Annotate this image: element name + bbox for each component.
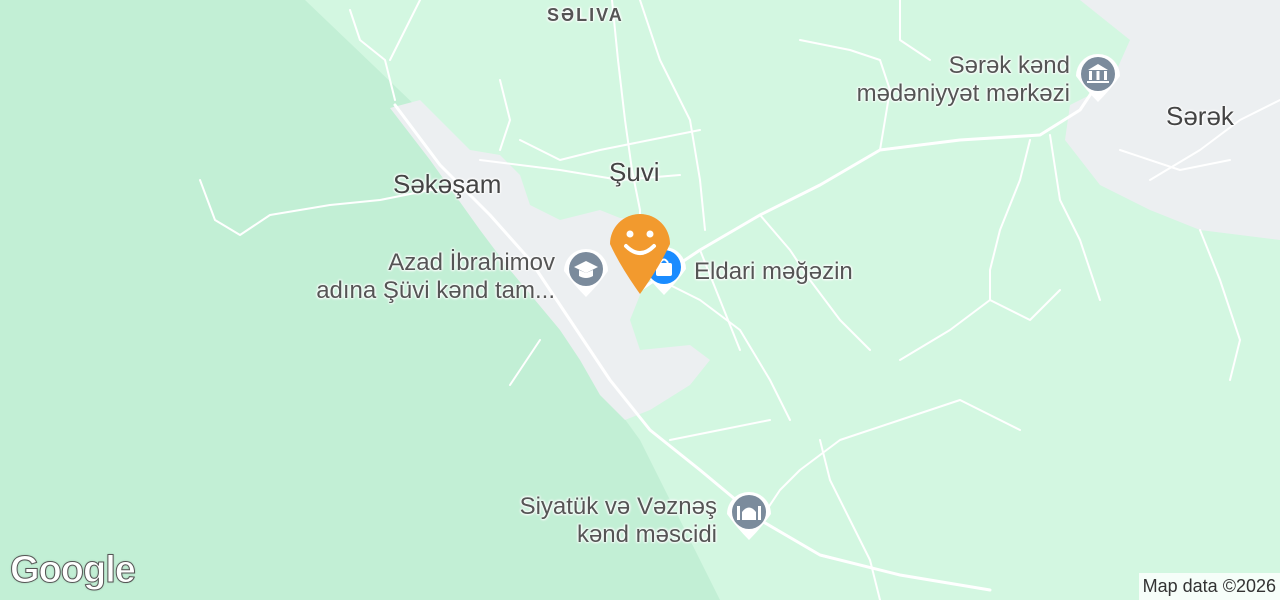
poi-label-line: Eldari məğəzin [694, 258, 853, 285]
place-label-sakasam: Səkəşam [393, 169, 502, 199]
poi-label-line: mədəniyyət mərkəzi [856, 79, 1070, 107]
poi-label-shop[interactable]: Eldari məğəzin [694, 258, 853, 286]
poi-label-line: Siyatük və Vəznəş [519, 493, 717, 520]
poi-label-line: Azad İbrahimov [388, 249, 555, 276]
poi-label-line: adına Şüvi kənd tam... [316, 276, 555, 304]
google-logo: Google [10, 549, 137, 592]
place-label-suvi: Şuvi [609, 157, 660, 187]
poi-label-culture-center[interactable]: Sərək kənd mədəniyyət mərkəzi [770, 52, 1070, 107]
place-label-sarak: Sərək [1166, 101, 1234, 131]
place-label-saliva: SƏLIVA [547, 5, 624, 25]
poi-label-school[interactable]: Azad İbrahimov adına Şüvi kənd tam... [235, 249, 555, 304]
poi-marker-mosque[interactable] [727, 492, 771, 540]
map-attribution[interactable]: Map data ©2026 [1138, 573, 1280, 600]
poi-label-line: kənd məscidi [576, 520, 717, 548]
poi-label-line: Sərək kənd [948, 52, 1070, 79]
poi-label-mosque[interactable]: Siyatük və Vəznəş kənd məscidi [417, 493, 717, 548]
